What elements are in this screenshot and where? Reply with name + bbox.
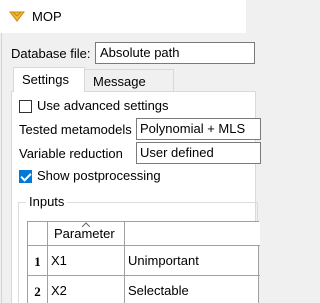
advanced-settings-checkbox[interactable] bbox=[19, 100, 32, 113]
column-header-parameter[interactable]: Parameter bbox=[48, 222, 125, 246]
tab-settings-label: Settings bbox=[22, 72, 69, 87]
row-header-corner bbox=[28, 222, 48, 246]
column-header-empty bbox=[125, 222, 260, 246]
database-file-select[interactable]: Absolute path bbox=[95, 42, 255, 64]
table-row-1-value[interactable]: Unimportant bbox=[125, 246, 260, 276]
inputs-group: Inputs Parameter 1 X1 Unimportant 2 X2 S… bbox=[18, 194, 260, 303]
show-postprocessing-checkbox[interactable] bbox=[19, 170, 32, 183]
variable-reduction-value: User defined bbox=[140, 145, 214, 160]
show-postprocessing-label: Show postprocessing bbox=[37, 168, 161, 183]
tab-message-log[interactable]: Message log bbox=[85, 69, 174, 104]
app-logo-icon bbox=[9, 11, 25, 22]
tested-metamodels-value: Polynomial + MLS bbox=[140, 121, 246, 136]
table-row-1-parameter[interactable]: X1 bbox=[48, 246, 125, 276]
table-row-2-value[interactable]: Selectable bbox=[125, 276, 260, 303]
settings-panel: Use advanced settings Tested metamodels … bbox=[11, 91, 261, 303]
window-body: Database file: Absolute path Settings Me… bbox=[1, 33, 261, 303]
database-file-label: Database file: bbox=[11, 46, 91, 61]
row-number-2: 2 bbox=[28, 276, 48, 303]
inputs-group-title: Inputs bbox=[26, 194, 68, 209]
database-file-value: Absolute path bbox=[100, 45, 180, 60]
row-number-1: 1 bbox=[28, 246, 48, 276]
variable-reduction-label: Variable reduction bbox=[19, 146, 123, 161]
table-row-2-parameter[interactable]: X2 bbox=[48, 276, 125, 303]
column-header-parameter-label: Parameter bbox=[54, 226, 115, 241]
window-title: MOP bbox=[32, 9, 62, 24]
sort-up-icon bbox=[82, 222, 90, 227]
advanced-settings-label: Use advanced settings bbox=[37, 98, 169, 113]
tested-metamodels-label: Tested metamodels bbox=[19, 122, 132, 137]
title-bar: MOP bbox=[0, 0, 246, 33]
tested-metamodels-select[interactable]: Polynomial + MLS bbox=[136, 118, 261, 140]
variable-reduction-select[interactable]: User defined bbox=[136, 142, 261, 164]
tab-settings[interactable]: Settings bbox=[13, 67, 85, 92]
inputs-table: Parameter 1 X1 Unimportant 2 X2 Selectab… bbox=[27, 221, 260, 303]
